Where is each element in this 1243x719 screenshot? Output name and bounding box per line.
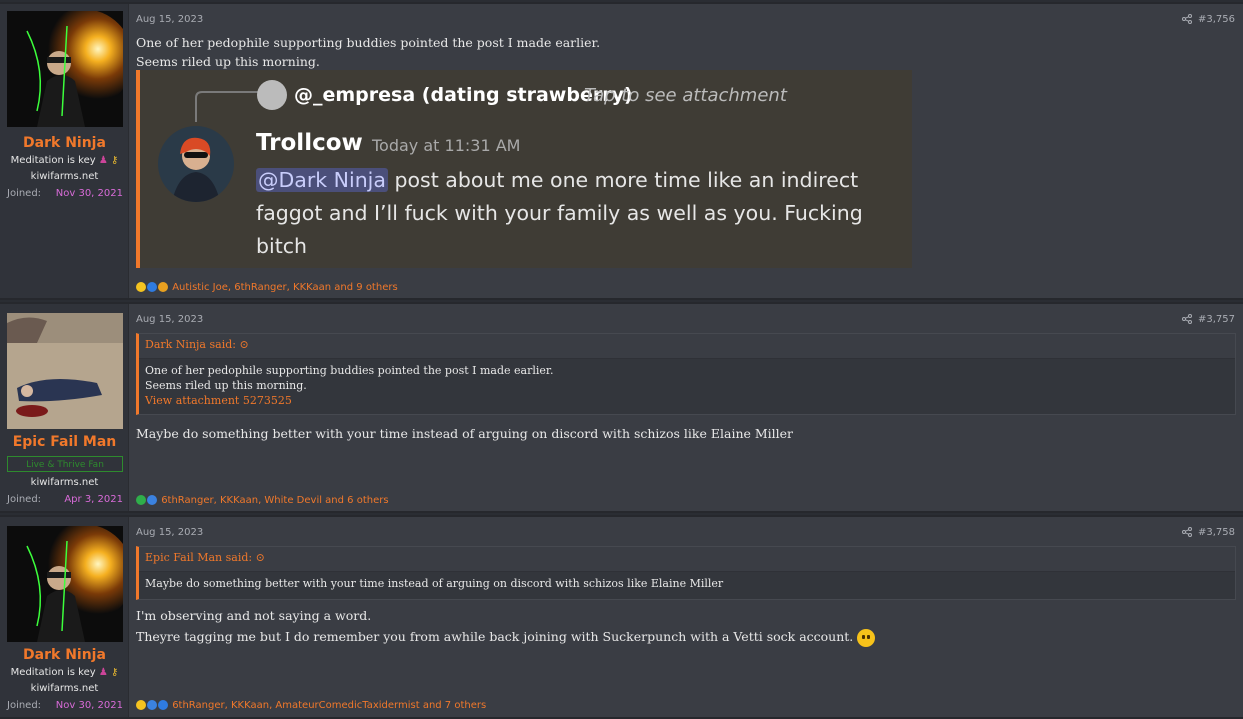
post: Dark Ninja Meditation is key ♟ ⚷ kiwifar… (0, 515, 1243, 719)
reactions-bar[interactable]: 6thRanger, KKKaan, White Devil and 6 oth… (136, 495, 389, 506)
user-site: kiwifarms.net (30, 171, 99, 182)
joined-date: Nov 30, 2021 (55, 700, 123, 711)
discord-mention: @Dark Ninja (256, 168, 388, 192)
reaction-users[interactable]: 6thRanger, KKKaan, AmateurComedicTaxider… (172, 700, 486, 711)
joined-date: Nov 30, 2021 (55, 188, 123, 199)
info-icon (147, 282, 157, 292)
attachment-link[interactable]: View attachment 5273525 (145, 393, 1229, 408)
reaction-users[interactable]: 6thRanger, KKKaan, White Devil and 6 oth… (161, 495, 388, 506)
quote-block: Dark Ninja said: ⊙ One of her pedophile … (136, 333, 1236, 415)
post-line: Maybe do something better with your time… (136, 426, 794, 441)
quote-body: Maybe do something better with your time… (139, 572, 1235, 595)
info-icon (158, 700, 168, 710)
clap-icon (158, 282, 168, 292)
no-mouth-emoji-icon (857, 628, 876, 647)
arrow-up-circle-icon[interactable]: ⊙ (239, 338, 248, 351)
joined-date: Apr 3, 2021 (64, 494, 123, 505)
quote-line: One of her pedophile supporting buddies … (145, 364, 554, 377)
user-banner: Live & Thrive Fan (7, 456, 123, 472)
post-number-text: #3,757 (1197, 314, 1235, 325)
quote-header[interactable]: Dark Ninja said: ⊙ (139, 334, 1235, 359)
joined-row: Joined: Apr 3, 2021 (7, 494, 123, 505)
avatar[interactable] (7, 11, 123, 127)
post-number-text: #3,758 (1197, 527, 1235, 538)
user-sidebar: Dark Ninja Meditation is key ♟ ⚷ kiwifar… (0, 4, 129, 298)
discord-message-line: faggot and I’ll fuck with your family as… (256, 201, 863, 225)
post-body: Maybe do something better with your time… (136, 424, 793, 443)
post-date[interactable]: Aug 15, 2023 (136, 14, 203, 25)
joined-row: Joined: Nov 30, 2021 (7, 700, 123, 711)
post-line: Seems riled up this morning. (136, 54, 320, 69)
user-title-text: Meditation is key (10, 155, 96, 166)
quote-body: One of her pedophile supporting buddies … (139, 359, 1235, 412)
post-number[interactable]: #3,758 (1181, 527, 1235, 538)
user-title: Meditation is key ♟ ⚷ (0, 667, 129, 678)
reactions-bar[interactable]: Autistic Joe, 6thRanger, KKKaan and 9 ot… (136, 282, 398, 293)
post-line: I'm observing and not saying a word. (136, 608, 372, 623)
user-sidebar: Epic Fail Man Live & Thrive Fan kiwifarm… (0, 304, 129, 511)
username[interactable]: Dark Ninja (0, 135, 129, 151)
user-sidebar: Dark Ninja Meditation is key ♟ ⚷ kiwifar… (0, 517, 129, 717)
username[interactable]: Epic Fail Man (0, 434, 129, 450)
thumbs-up-icon (147, 700, 157, 710)
quote-block: Epic Fail Man said: ⊙ Maybe do something… (136, 546, 1236, 600)
joined-row: Joined: Nov 30, 2021 (7, 188, 123, 199)
post-date[interactable]: Aug 15, 2023 (136, 527, 203, 538)
post-number[interactable]: #3,757 (1181, 314, 1235, 325)
quote-author[interactable]: Dark Ninja said: (145, 338, 236, 351)
post-body: I'm observing and not saying a word. The… (136, 605, 876, 647)
user-title-text: Meditation is key (10, 667, 96, 678)
quote-header[interactable]: Epic Fail Man said: ⊙ (139, 547, 1235, 572)
post-line: Theyre tagging me but I do remember you … (136, 629, 854, 644)
share-icon[interactable] (1181, 314, 1192, 324)
post-number-text: #3,756 (1197, 14, 1235, 25)
reply-avatar (257, 80, 287, 110)
post-body: One of her pedophile supporting buddies … (136, 33, 600, 71)
joined-label: Joined: (7, 188, 42, 199)
avatar[interactable] (7, 526, 123, 642)
thinking-icon (136, 282, 146, 292)
quote-line: Maybe do something better with your time… (145, 577, 724, 590)
joined-label: Joined: (7, 494, 42, 505)
user-site: kiwifarms.net (30, 683, 99, 694)
thumbs-up-icon (147, 495, 157, 505)
joined-label: Joined: (7, 700, 42, 711)
discord-message-line: post about me one more time like an indi… (387, 168, 859, 192)
post: Epic Fail Man Live & Thrive Fan kiwifarm… (0, 302, 1243, 513)
post: Dark Ninja Meditation is key ♟ ⚷ kiwifar… (0, 2, 1243, 300)
avatar[interactable] (7, 313, 123, 429)
key-icon: ⚷ (110, 667, 119, 678)
user-site: kiwifarms.net (30, 477, 99, 488)
discord-timestamp: Today at 11:31 AM (372, 136, 521, 155)
discord-message-line: bitch (256, 234, 308, 258)
check-icon (136, 495, 146, 505)
post-line: One of her pedophile supporting buddies … (136, 35, 601, 50)
post-number[interactable]: #3,756 (1181, 14, 1235, 25)
share-icon[interactable] (1181, 527, 1192, 537)
post-date[interactable]: Aug 15, 2023 (136, 314, 203, 325)
share-icon[interactable] (1181, 14, 1192, 24)
arrow-up-circle-icon[interactable]: ⊙ (256, 551, 265, 564)
ninja-icon: ♟ (98, 155, 108, 166)
discord-avatar (158, 126, 234, 202)
quote-author[interactable]: Epic Fail Man said: (145, 551, 252, 564)
user-title: Meditation is key ♟ ⚷ (0, 155, 129, 166)
reply-user: @_empresa (dating strawberry) (294, 84, 633, 106)
reply-hint: Tap to see attachment (584, 85, 787, 106)
thinking-icon (136, 700, 146, 710)
discord-screenshot[interactable]: @_empresa (dating strawberry) Tap to see… (136, 70, 912, 268)
quote-line: Seems riled up this morning. (145, 379, 307, 392)
username[interactable]: Dark Ninja (0, 647, 129, 663)
key-icon: ⚷ (110, 155, 119, 166)
reaction-users[interactable]: Autistic Joe, 6thRanger, KKKaan and 9 ot… (172, 282, 397, 293)
discord-author: Trollcow (256, 130, 363, 156)
discord-message: @Dark Ninja post about me one more time … (256, 164, 863, 263)
reactions-bar[interactable]: 6thRanger, KKKaan, AmateurComedicTaxider… (136, 700, 486, 711)
ninja-icon: ♟ (98, 667, 108, 678)
